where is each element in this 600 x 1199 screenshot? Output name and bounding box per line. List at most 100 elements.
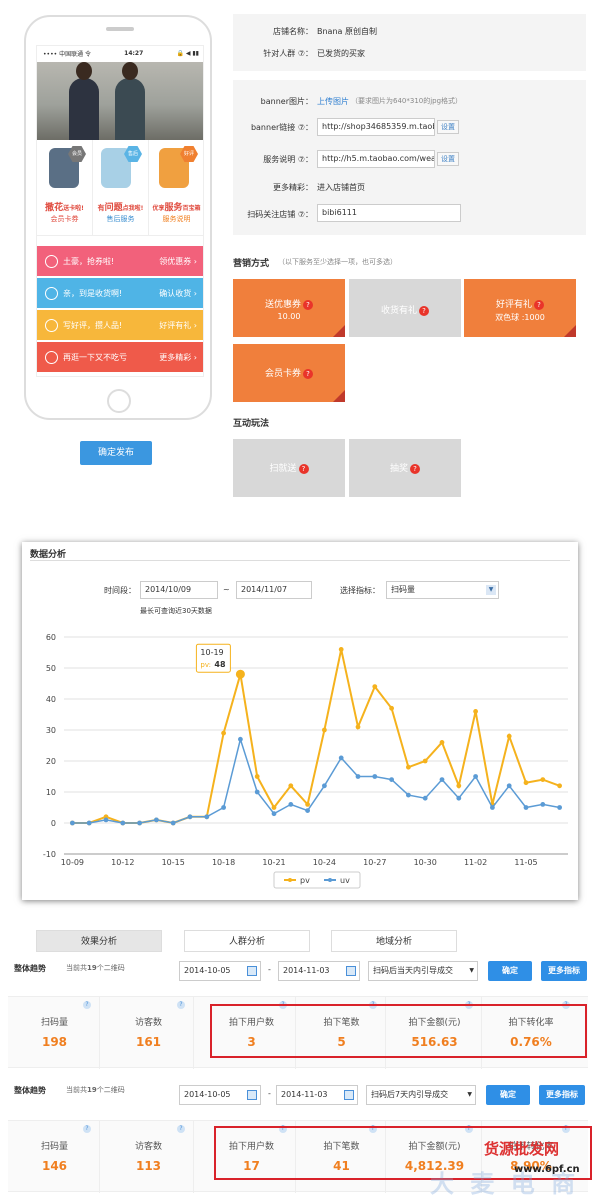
- count-prefix: 当前共: [66, 964, 87, 972]
- metric-card: ? 访客数 113: [104, 1121, 194, 1193]
- metric-value: 161: [135, 1035, 162, 1049]
- tooltip-date: 10-19: [200, 648, 223, 657]
- metric-select[interactable]: 扫码量 ▼: [386, 581, 499, 599]
- data-point-uv: [70, 820, 75, 826]
- card-sub: 服务说明: [162, 215, 191, 223]
- tile-lottery[interactable]: 抽奖?: [349, 439, 461, 497]
- data-point-uv: [557, 805, 562, 810]
- help-icon: ?: [410, 464, 420, 474]
- help-icon[interactable]: ?: [177, 1001, 185, 1009]
- confirm-button[interactable]: 确定: [486, 1085, 530, 1105]
- legend-marker-pv: [288, 878, 292, 882]
- conversion-select[interactable]: 扫码后7天内引导成交 ▼: [366, 1085, 476, 1105]
- strip-more[interactable]: 再逛一下又不吃亏 更多精彩 ›: [37, 342, 203, 372]
- data-point-pv: [288, 783, 294, 789]
- end-date-input[interactable]: 2014/11/07: [236, 581, 312, 599]
- strip-action: 确认收货: [159, 288, 192, 298]
- banner-link-input[interactable]: http://shop34685359.m.taob: [317, 118, 435, 136]
- strip-review[interactable]: 写好评，攒人品! 好评有礼 ›: [37, 310, 203, 340]
- more-label: 更多精彩：: [273, 183, 313, 192]
- data-point-uv: [154, 817, 159, 823]
- help-icon[interactable]: ?: [83, 1125, 91, 1133]
- banner-img-label: banner图片：: [260, 97, 313, 106]
- highlight-box: [210, 1004, 587, 1058]
- calendar-icon[interactable]: [247, 1090, 257, 1100]
- conversion-select-value: 扫码后7天内引导成交: [371, 1090, 449, 1099]
- x-tick-label: 10-12: [111, 858, 134, 867]
- calendar-icon[interactable]: [247, 966, 257, 976]
- start-date-field[interactable]: 2014-10-05: [179, 961, 261, 981]
- y-tick-label: -10: [43, 850, 56, 859]
- person-left-image: [69, 62, 99, 140]
- conversion-select-value: 扫码后当天内引导成交: [373, 966, 453, 975]
- help-icon: ?: [303, 300, 313, 310]
- banner-image[interactable]: [37, 62, 203, 140]
- tab-region[interactable]: 地域分析: [331, 930, 457, 952]
- help-icon[interactable]: ?: [83, 1001, 91, 1009]
- tab-effect[interactable]: 效果分析: [36, 930, 162, 952]
- tile-review-gift[interactable]: 好评有礼? 双色球 :1000: [464, 279, 576, 337]
- service-input[interactable]: http://h5.m.taobao.com/weap: [317, 150, 435, 168]
- more-metrics-button[interactable]: 更多指标: [539, 1085, 585, 1105]
- calendar-icon[interactable]: [344, 1090, 354, 1100]
- end-date-field[interactable]: 2014-11-03: [276, 1085, 358, 1105]
- strip-text: 亲，到是收货啊!: [63, 288, 123, 298]
- card-title: 问题: [104, 203, 123, 213]
- phone-mockup: •••• 中国联通 令 14:27 🔒 ◀ ▮▮ 会员 撒花送卡啦! 会员卡券 …: [24, 15, 212, 420]
- tile-coupon[interactable]: 送优惠券? 10.00: [233, 279, 345, 337]
- battery-icon: 🔒 ◀ ▮▮: [176, 49, 199, 57]
- calendar-icon[interactable]: [346, 966, 356, 976]
- data-point-pv: [305, 802, 310, 807]
- upload-image-link[interactable]: 上传图片: [317, 96, 349, 107]
- publish-button[interactable]: 确定发布: [80, 441, 152, 465]
- help-icon[interactable]: ?: [177, 1125, 185, 1133]
- tab-crowd[interactable]: 人群分析: [184, 930, 310, 952]
- scan-label: 扫码关注店铺 ⑦：: [247, 210, 313, 219]
- card-aftersale[interactable]: 售后 有问题点我啦! 售后服务: [93, 140, 149, 236]
- clock-label: 14:27: [124, 49, 144, 57]
- store-info-panel: 店铺名称： Bnana 原创自制 针对人群 ⑦： 已发货的买家: [233, 14, 586, 71]
- data-point-uv: [204, 814, 210, 820]
- data-point-uv: [540, 802, 546, 807]
- analysis-title: 数据分析: [30, 550, 67, 560]
- range-note: 最长可查询近30天数据: [140, 607, 212, 615]
- start-date-input[interactable]: 2014/10/09: [140, 581, 218, 599]
- conversion-select[interactable]: 扫码后当天内引导成交 ▼: [368, 961, 478, 981]
- data-point-pv: [557, 783, 562, 789]
- tile-member-card[interactable]: 会员卡券?: [233, 344, 345, 402]
- card-title: 服务: [164, 203, 183, 213]
- help-icon: ?: [303, 369, 313, 379]
- tile-receive-gift[interactable]: 收货有礼?: [349, 279, 461, 337]
- trend-label: 整体趋势: [14, 964, 46, 973]
- tooltip-value: 48: [214, 660, 226, 669]
- data-point-uv: [254, 789, 260, 795]
- tile-label: 送优惠券: [264, 300, 301, 310]
- strip-receive[interactable]: 亲，到是收货啊! 确认收货 ›: [37, 278, 203, 308]
- strip-coupon[interactable]: 土豪，抢券啦! 领优惠券 ›: [37, 246, 203, 276]
- count-suffix: 个二维码: [96, 964, 125, 972]
- card-member[interactable]: 会员 撒花送卡啦! 会员卡券: [37, 140, 93, 236]
- scan-input[interactable]: bibi6111: [317, 204, 461, 222]
- data-point-pv: [322, 727, 327, 733]
- metric-card: ? 访客数 161: [104, 997, 194, 1069]
- data-point-uv: [221, 805, 227, 810]
- end-date-field[interactable]: 2014-11-03: [278, 961, 360, 981]
- more-metrics-button[interactable]: 更多指标: [541, 961, 587, 981]
- y-tick-label: 10: [46, 788, 56, 797]
- strip-text: 再逛一下又不吃亏: [63, 352, 127, 362]
- start-date-field[interactable]: 2014-10-05: [179, 1085, 261, 1105]
- confirm-button[interactable]: 确定: [488, 961, 532, 981]
- interactive-title: 互动玩法: [233, 419, 270, 429]
- banner-link-set-button[interactable]: 设置: [437, 120, 459, 134]
- start-date-value: 2014-10-05: [184, 966, 231, 975]
- caret-down-icon: ▼: [469, 967, 474, 974]
- metric-label: 选择指标：: [340, 586, 380, 595]
- service-set-button[interactable]: 设置: [437, 152, 459, 166]
- chevron-down-icon: ▼: [486, 585, 496, 595]
- data-point-pv: [221, 730, 227, 736]
- tile-scan-gift[interactable]: 扫就送?: [233, 439, 345, 497]
- metric-card: ? 扫码量 198: [10, 997, 100, 1069]
- x-tick-label: 11-05: [514, 858, 537, 867]
- card-service[interactable]: 好评 优享服务百宝箱 服务说明: [149, 140, 203, 236]
- crowd-value: 已发货的买家: [317, 49, 365, 58]
